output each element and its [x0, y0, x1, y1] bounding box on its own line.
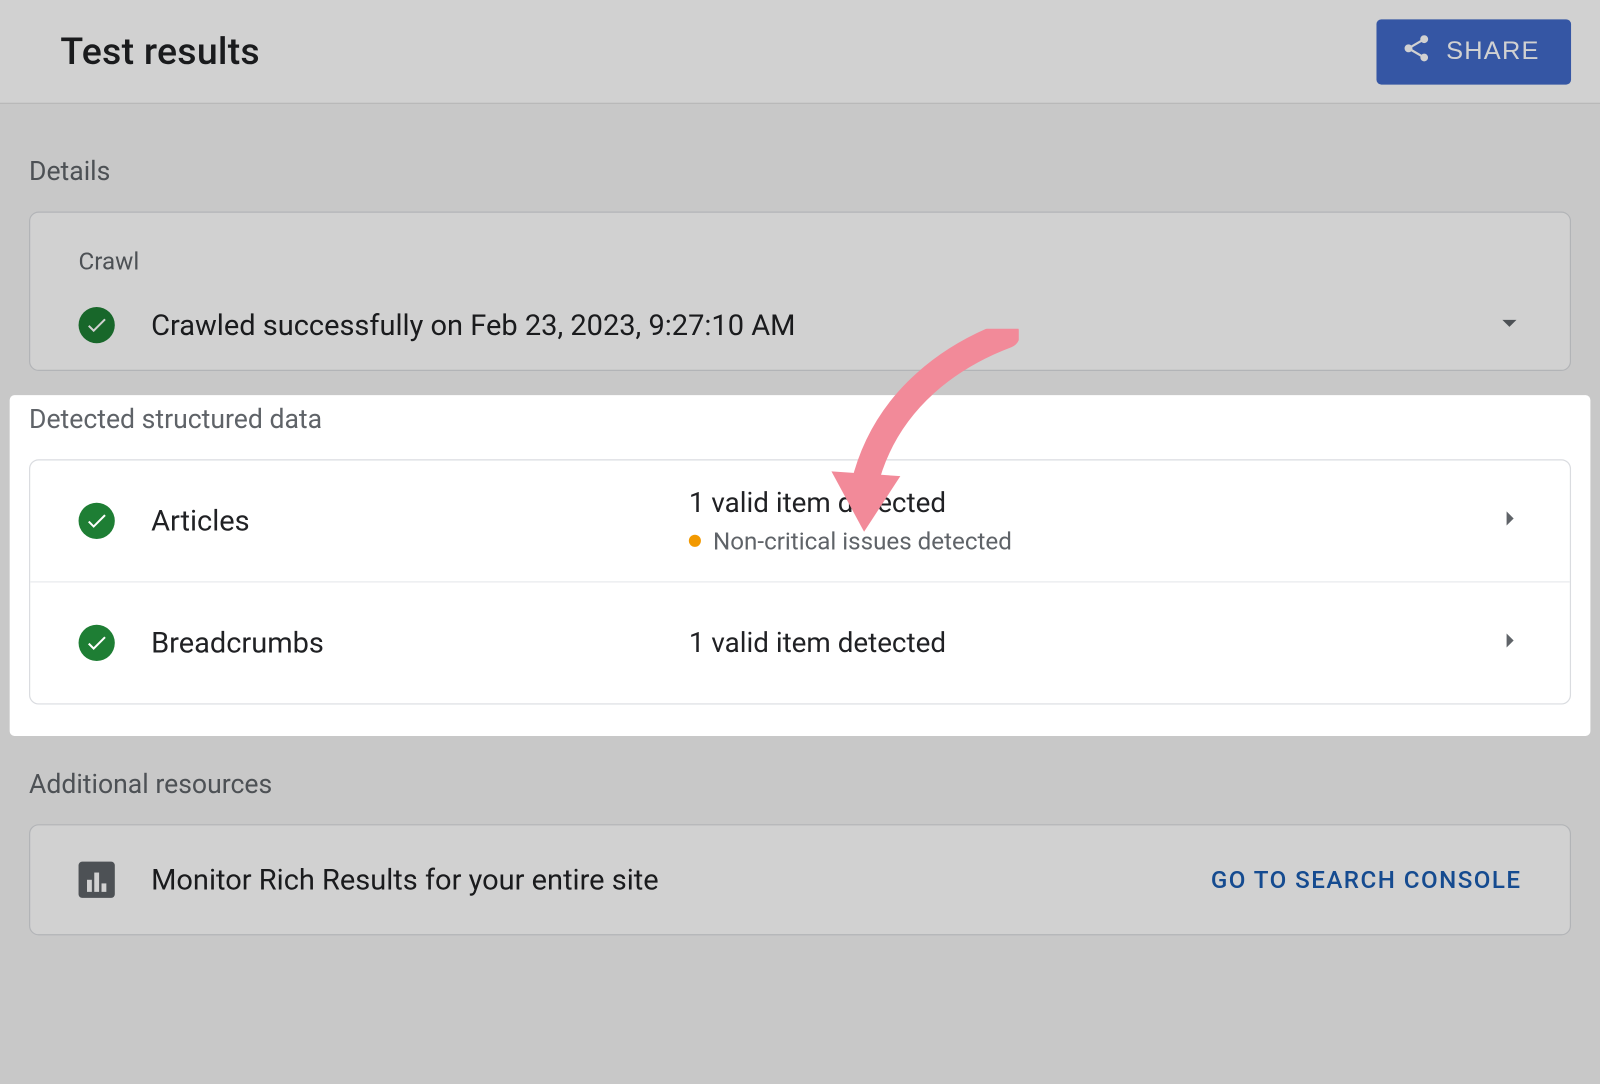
resources-section-label: Additional resources [29, 770, 1571, 800]
check-icon [79, 307, 115, 343]
share-icon [1400, 32, 1431, 71]
page-header: Test results SHARE [0, 0, 1600, 104]
chevron-right-icon [1492, 624, 1526, 663]
crawl-status-row[interactable]: Crawled successfully on Feb 23, 2023, 9:… [30, 280, 1570, 369]
details-section-label: Details [29, 157, 1571, 187]
chevron-right-icon [1492, 502, 1526, 541]
detected-item-name: Breadcrumbs [151, 626, 324, 660]
warning-dot-icon [689, 535, 701, 547]
detected-item-status-block: 1 valid item detected Non-critical issue… [689, 486, 1012, 555]
detected-item-status: 1 valid item detected [689, 627, 946, 660]
detected-item-status-block: 1 valid item detected [689, 627, 946, 660]
page-title: Test results [60, 29, 260, 74]
crawl-card: Crawl Crawled successfully on Feb 23, 20… [29, 211, 1571, 371]
detected-item-articles[interactable]: Articles 1 valid item detected Non-criti… [30, 460, 1570, 581]
chevron-down-icon [1492, 306, 1526, 345]
check-icon [79, 625, 115, 661]
detected-item-warning: Non-critical issues detected [713, 526, 1012, 555]
detected-item-breadcrumbs[interactable]: Breadcrumbs 1 valid item detected [30, 582, 1570, 703]
detected-section-label: Detected structured data [29, 395, 1571, 435]
monitor-text: Monitor Rich Results for your entire sit… [151, 863, 1175, 897]
detected-card: Articles 1 valid item detected Non-criti… [29, 459, 1571, 704]
share-button-label: SHARE [1446, 37, 1539, 66]
go-to-search-console-link[interactable]: GO TO SEARCH CONSOLE [1211, 865, 1522, 894]
resources-card: Monitor Rich Results for your entire sit… [29, 824, 1571, 935]
crawl-subheader: Crawl [30, 213, 1570, 281]
share-button[interactable]: SHARE [1376, 19, 1571, 84]
detected-item-name: Articles [151, 504, 250, 538]
check-icon [79, 503, 115, 539]
resources-row: Monitor Rich Results for your entire sit… [30, 825, 1570, 934]
crawl-status-text: Crawled successfully on Feb 23, 2023, 9:… [151, 308, 795, 342]
detected-item-status: 1 valid item detected [689, 486, 1012, 519]
bar-chart-icon [79, 862, 115, 898]
detected-item-warning-row: Non-critical issues detected [689, 526, 1012, 555]
detected-highlight-region: Detected structured data Articles 1 vali… [10, 395, 1591, 736]
